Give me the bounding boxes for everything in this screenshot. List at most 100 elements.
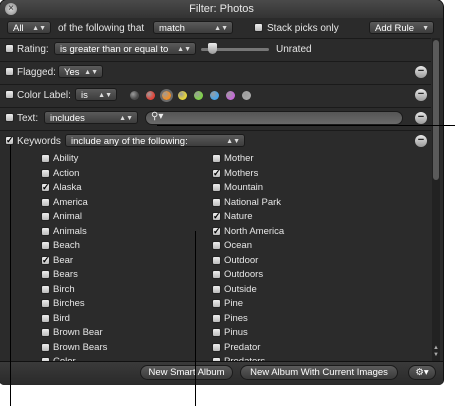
keyword-checkbox[interactable] (41, 284, 50, 294)
color-swatch[interactable] (210, 91, 219, 100)
keyword-label: Action (53, 167, 80, 179)
keyword-checkbox[interactable] (41, 328, 50, 337)
keyword-checkbox[interactable] (212, 255, 221, 265)
keyword-checkbox[interactable] (212, 183, 221, 192)
scroll-arrows-icon[interactable]: ▲ ▼ (433, 345, 439, 359)
keyword-checkbox[interactable]: ✓ (212, 168, 221, 178)
text-operator-popup[interactable]: includes ▲▼ (44, 111, 138, 124)
rating-operator-value: is greater than or equal to (60, 44, 169, 55)
add-rule-popup[interactable]: Add Rule ▼ (369, 21, 434, 34)
match-value: match (159, 23, 185, 34)
keyword-label: Pinus (224, 327, 248, 338)
flagged-value-popup[interactable]: Yes ▲▼ (58, 65, 103, 78)
vertical-scrollbar[interactable]: ▲ ▼ (432, 38, 440, 361)
keyword-label: Nature (224, 211, 253, 222)
new-smart-album-button[interactable]: New Smart Album (140, 365, 233, 380)
keywords-list: Ability Action ✓ Alaska America Animal Animals… (0, 149, 431, 361)
keyword-checkbox[interactable] (212, 270, 221, 279)
keyword-label: Brown Bear (53, 327, 103, 338)
scope-popup[interactable]: All ▲▼ (7, 21, 51, 34)
color-label-label: Color Label: (17, 90, 71, 101)
keyword-checkbox[interactable] (41, 270, 50, 279)
keyword-checkbox[interactable] (212, 241, 221, 250)
keyword-checkbox[interactable] (41, 226, 50, 236)
keyword-label: Outdoor (224, 254, 259, 266)
color-swatch[interactable] (178, 91, 187, 100)
keyword-label: Brown Bears (53, 341, 108, 353)
remove-keywords-rule-button[interactable]: − (415, 135, 427, 147)
stack-picks-label: Stack picks only (267, 23, 339, 34)
color-swatch[interactable] (194, 91, 203, 100)
rating-checkbox[interactable] (5, 44, 14, 53)
keyword-checkbox[interactable] (41, 241, 50, 250)
text-label: Text: (17, 113, 39, 124)
keyword-checkbox[interactable] (41, 342, 50, 352)
gear-icon[interactable]: ⚙▾ (408, 365, 436, 380)
keywords-operator-popup[interactable]: include any of the following: ▲▼ (65, 134, 245, 147)
keyword-label: Ability (53, 153, 79, 164)
keyword-checkbox[interactable] (212, 197, 221, 207)
popup-arrows-icon: ▲▼ (119, 115, 133, 122)
keyword-label: Mountain (224, 182, 264, 193)
remove-flagged-rule-button[interactable]: − (415, 66, 427, 78)
keyword-label: National Park (224, 196, 282, 208)
flagged-value: Yes (64, 67, 80, 78)
filter-window: × Filter: Photos All ▲▼ of the following … (0, 0, 443, 385)
keyword-checkbox[interactable] (41, 154, 50, 163)
keyword-label: Pines (224, 312, 248, 324)
keyword-checkbox[interactable] (41, 212, 50, 221)
search-icon[interactable]: ⚲▾ (151, 111, 163, 122)
keyword-checkbox[interactable] (212, 313, 221, 323)
text-search-field[interactable]: ⚲▾ (145, 111, 403, 125)
add-rule-label: Add Rule (375, 23, 415, 34)
scope-value: All (13, 23, 24, 34)
text-checkbox[interactable] (5, 113, 14, 122)
keyword-checkbox[interactable] (212, 154, 221, 163)
keyword-label: Mother (224, 153, 254, 164)
rating-slider-knob[interactable] (208, 43, 217, 54)
keyword-label: Mothers (224, 167, 259, 179)
keyword-checkbox[interactable] (212, 299, 221, 308)
popup-arrows-icon: ▲▼ (98, 92, 112, 99)
color-swatch[interactable] (242, 91, 251, 100)
color-operator-popup[interactable]: is ▲▼ (75, 88, 117, 101)
keyword-checkbox[interactable] (212, 284, 221, 294)
keyword-checkbox[interactable]: ✓ (212, 226, 221, 236)
keyword-label: Alaska (53, 182, 82, 193)
keyword-checkbox[interactable]: ✓ (41, 255, 50, 265)
keyword-checkbox[interactable] (41, 197, 50, 207)
popup-arrows-icon: ▲▼ (32, 25, 46, 32)
popup-arrows-icon: ▲▼ (226, 138, 240, 145)
keyword-checkbox[interactable]: ✓ (212, 212, 221, 221)
keyword-label: Animals (53, 225, 87, 237)
flagged-checkbox[interactable] (5, 67, 14, 76)
keyword-checkbox[interactable]: ✓ (41, 183, 50, 192)
keyword-checkbox[interactable] (41, 299, 50, 308)
remove-color-rule-button[interactable]: − (415, 89, 427, 101)
keyword-label: Ocean (224, 240, 252, 251)
keyword-label: Birches (53, 298, 85, 309)
keyword-checkbox[interactable] (41, 313, 50, 323)
keyword-checkbox[interactable] (41, 168, 50, 178)
new-album-with-current-images-button[interactable]: New Album With Current Images (240, 365, 398, 380)
color-swatch[interactable] (130, 91, 139, 100)
stack-picks-checkbox[interactable] (254, 23, 263, 32)
color-swatch[interactable] (226, 91, 235, 100)
color-swatch[interactable] (146, 91, 155, 100)
scrollbar-thumb[interactable] (433, 40, 439, 180)
window-title: Filter: Photos (189, 3, 254, 15)
color-swatch[interactable] (162, 91, 171, 100)
keywords-checkbox[interactable]: ✓ (5, 136, 14, 145)
match-popup[interactable]: match ▲▼ (153, 21, 233, 34)
chevron-down-icon: ▼ (422, 25, 429, 32)
keyword-label: Beach (53, 240, 80, 251)
flagged-label: Flagged: (17, 67, 56, 78)
rating-operator-popup[interactable]: is greater than or equal to ▲▼ (54, 42, 196, 55)
remove-text-rule-button[interactable]: − (415, 112, 427, 124)
callout-line-keywords-checkbox (10, 145, 11, 406)
keyword-label: North America (224, 225, 285, 237)
color-label-checkbox[interactable] (5, 90, 14, 99)
keyword-checkbox[interactable] (212, 328, 221, 337)
keyword-checkbox[interactable] (212, 342, 221, 352)
callout-line-keywords-list (195, 231, 196, 406)
